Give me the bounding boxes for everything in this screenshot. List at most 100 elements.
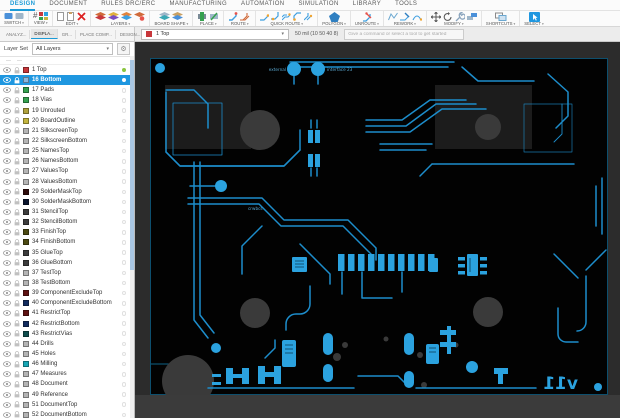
layer-row-30-soldermaskbottom[interactable]: 30 SolderMaskBottom — [0, 197, 134, 207]
layer-active-dot[interactable] — [121, 159, 126, 164]
layer-row-26-namesbottom[interactable]: 26 NamesBottom — [0, 156, 134, 166]
visibility-eye-icon[interactable] — [3, 199, 11, 205]
layer-row-20-boardoutline[interactable]: 20 BoardOutline — [0, 116, 134, 126]
layer-row-48-document[interactable]: 48 Document — [0, 379, 134, 389]
lock-icon[interactable] — [14, 310, 20, 317]
visibility-eye-icon[interactable] — [3, 209, 11, 215]
lock-icon[interactable] — [14, 228, 20, 236]
layer-row-40-componentexcludebottom[interactable]: 40 ComponentExcludeBottom — [0, 298, 134, 308]
lock-icon[interactable] — [14, 127, 20, 134]
menu-tab-library[interactable]: LIBRARY — [353, 0, 381, 11]
lock-icon[interactable] — [14, 350, 20, 358]
layer-active-dot[interactable] — [121, 240, 126, 245]
layer-row-27-valuestop[interactable]: 27 ValuesTop — [0, 166, 134, 176]
lock-icon[interactable] — [14, 158, 20, 165]
layer-row-32-stencilbottom[interactable]: 32 StencilBottom — [0, 217, 134, 227]
layer-color-swatch[interactable] — [23, 117, 29, 124]
layer-active-dot[interactable] — [121, 77, 126, 83]
lock-icon[interactable] — [14, 76, 20, 84]
menu-tab-simulation[interactable]: SIMULATION — [299, 0, 339, 11]
lock-icon[interactable] — [14, 97, 20, 104]
visibility-eye-icon[interactable] — [3, 320, 11, 327]
layer-row-17-pads[interactable]: 17 Pads — [0, 85, 134, 95]
layer-row-22-silkscreenbottom[interactable]: 22 SilkscreenBottom — [0, 136, 134, 146]
lock-icon[interactable] — [14, 259, 20, 266]
lock-icon[interactable] — [14, 391, 20, 398]
layer-active-dot[interactable] — [121, 108, 126, 113]
layer-color-swatch[interactable] — [23, 290, 29, 297]
edit-group-button[interactable]: EDIT — [53, 11, 92, 26]
layer-color-swatch[interactable] — [23, 300, 29, 307]
layer-active-dot[interactable] — [121, 98, 126, 103]
layer-active-dot[interactable] — [121, 199, 126, 205]
layer-row-25-namestop[interactable]: 25 NamesTop — [0, 146, 134, 156]
layer-color-swatch[interactable] — [23, 67, 29, 74]
layer-color-swatch[interactable] — [23, 371, 29, 378]
layer-active-dot[interactable] — [121, 351, 126, 357]
menu-tab-rules-drc-erc[interactable]: RULES DRC/ERC — [101, 0, 155, 11]
visibility-eye-icon[interactable] — [3, 371, 11, 378]
visibility-eye-icon[interactable] — [3, 330, 11, 337]
lock-icon[interactable] — [14, 168, 20, 175]
layer-color-swatch[interactable] — [23, 178, 29, 185]
layer-color-swatch[interactable] — [23, 259, 29, 266]
lock-icon[interactable] — [14, 299, 20, 307]
layer-active-dot[interactable] — [121, 209, 126, 215]
layer-row-46-milling[interactable]: 46 Milling — [0, 359, 134, 369]
visibility-eye-icon[interactable] — [3, 168, 11, 175]
layer-color-swatch[interactable] — [23, 229, 29, 236]
layer-active-dot[interactable] — [121, 179, 126, 184]
lock-icon[interactable] — [14, 320, 20, 327]
layer-row-41-restricttop[interactable]: 41 RestrictTop — [0, 308, 134, 318]
layer-active-dot[interactable] — [121, 280, 126, 286]
layer-active-dot[interactable] — [121, 301, 126, 306]
layer-row-21-silkscreentop[interactable]: 21 SilkscreenTop — [0, 126, 134, 136]
visibility-eye-icon[interactable] — [3, 249, 11, 256]
visibility-eye-icon[interactable] — [3, 117, 11, 124]
layer-color-swatch[interactable] — [23, 158, 29, 165]
visibility-eye-icon[interactable] — [3, 259, 11, 266]
lock-icon[interactable] — [14, 249, 20, 256]
polygon-group-button[interactable]: POLYGON — [318, 11, 351, 26]
layer-color-swatch[interactable] — [23, 269, 29, 276]
layer-active-dot[interactable] — [121, 128, 126, 134]
lock-icon[interactable] — [14, 340, 20, 347]
layer-color-swatch[interactable] — [23, 107, 29, 114]
rework-group-button[interactable]: REWORK — [384, 11, 427, 26]
panel-scrollbar[interactable] — [130, 56, 134, 418]
modify-group-button[interactable]: MODIFY — [427, 11, 482, 26]
layer-color-swatch[interactable] — [23, 127, 29, 134]
place-group-button[interactable]: PLACE — [193, 11, 225, 26]
visibility-eye-icon[interactable] — [3, 158, 11, 165]
layer-set-dropdown[interactable]: All Layers ▾ — [31, 43, 113, 55]
layer-active-dot[interactable] — [121, 250, 126, 255]
layer-color-swatch[interactable] — [23, 361, 29, 368]
switch-group-button[interactable]: SWITCH — [0, 11, 29, 26]
visibility-eye-icon[interactable] — [3, 229, 11, 236]
menu-tab-automation[interactable]: AUTOMATION — [241, 0, 284, 11]
layers-group-button[interactable]: LAYERS — [91, 11, 151, 26]
layer-color-swatch[interactable] — [23, 351, 29, 357]
lock-icon[interactable] — [14, 137, 20, 145]
lock-icon[interactable] — [14, 208, 20, 216]
layer-row-18-vias[interactable]: 18 Vias — [0, 95, 134, 105]
active-layer-dropdown[interactable]: 1 Top ▾ — [141, 28, 289, 40]
layer-color-swatch[interactable] — [23, 381, 29, 388]
board-shape-group-button[interactable]: BOARD SHAPE — [150, 11, 194, 26]
visibility-eye-icon[interactable] — [3, 107, 11, 114]
visibility-eye-icon[interactable] — [3, 412, 11, 418]
lock-icon[interactable] — [14, 188, 20, 195]
visibility-eye-icon[interactable] — [3, 300, 11, 307]
trace-width-selector[interactable]: 50 mil (10 50 40 8) — [295, 31, 338, 37]
layer-row-36-gluebottom[interactable]: 36 GlueBottom — [0, 258, 134, 268]
shortcuts-group-button[interactable]: SHORTCUTS — [482, 11, 521, 26]
layer-color-swatch[interactable] — [23, 249, 29, 256]
layer-active-dot[interactable] — [121, 331, 126, 336]
layer-color-swatch[interactable] — [23, 310, 29, 317]
layer-row-31-stenciltop[interactable]: 31 StencilTop — [0, 207, 134, 217]
pcb-canvas[interactable]: external interface 23 crwbcs v11 — [135, 42, 620, 418]
layer-row-28-valuesbottom[interactable]: 28 ValuesBottom — [0, 177, 134, 187]
layer-color-swatch[interactable] — [23, 340, 29, 347]
quick-route-group-button[interactable]: QUICK ROUTE — [256, 11, 319, 26]
layer-active-dot[interactable] — [121, 392, 126, 397]
